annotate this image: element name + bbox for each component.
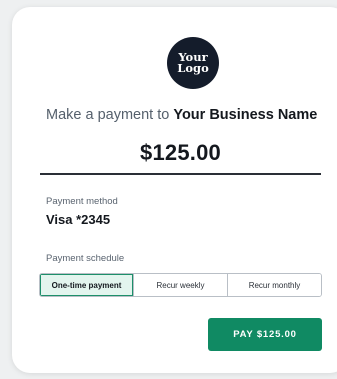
heading-prefix: Make a payment to <box>46 107 170 123</box>
payment-amount[interactable]: $125.00 <box>40 140 321 166</box>
payment-method-label: Payment method <box>46 196 118 207</box>
business-logo: Your Logo <box>167 37 219 89</box>
payment-heading: Make a payment to Your Business Name <box>46 107 331 123</box>
payment-schedule-selector: One-time payment Recur weekly Recur mont… <box>39 273 322 297</box>
payment-method-value: Visa *2345 <box>46 212 111 227</box>
pay-button[interactable]: PAY $125.00 <box>208 318 322 351</box>
payment-schedule-label: Payment schedule <box>46 253 125 264</box>
amount-underline <box>40 173 321 175</box>
schedule-option-monthly[interactable]: Recur monthly <box>227 274 321 296</box>
business-name: Your Business Name <box>173 107 318 123</box>
schedule-option-one-time[interactable]: One-time payment <box>40 274 133 296</box>
schedule-option-weekly[interactable]: Recur weekly <box>133 274 227 296</box>
